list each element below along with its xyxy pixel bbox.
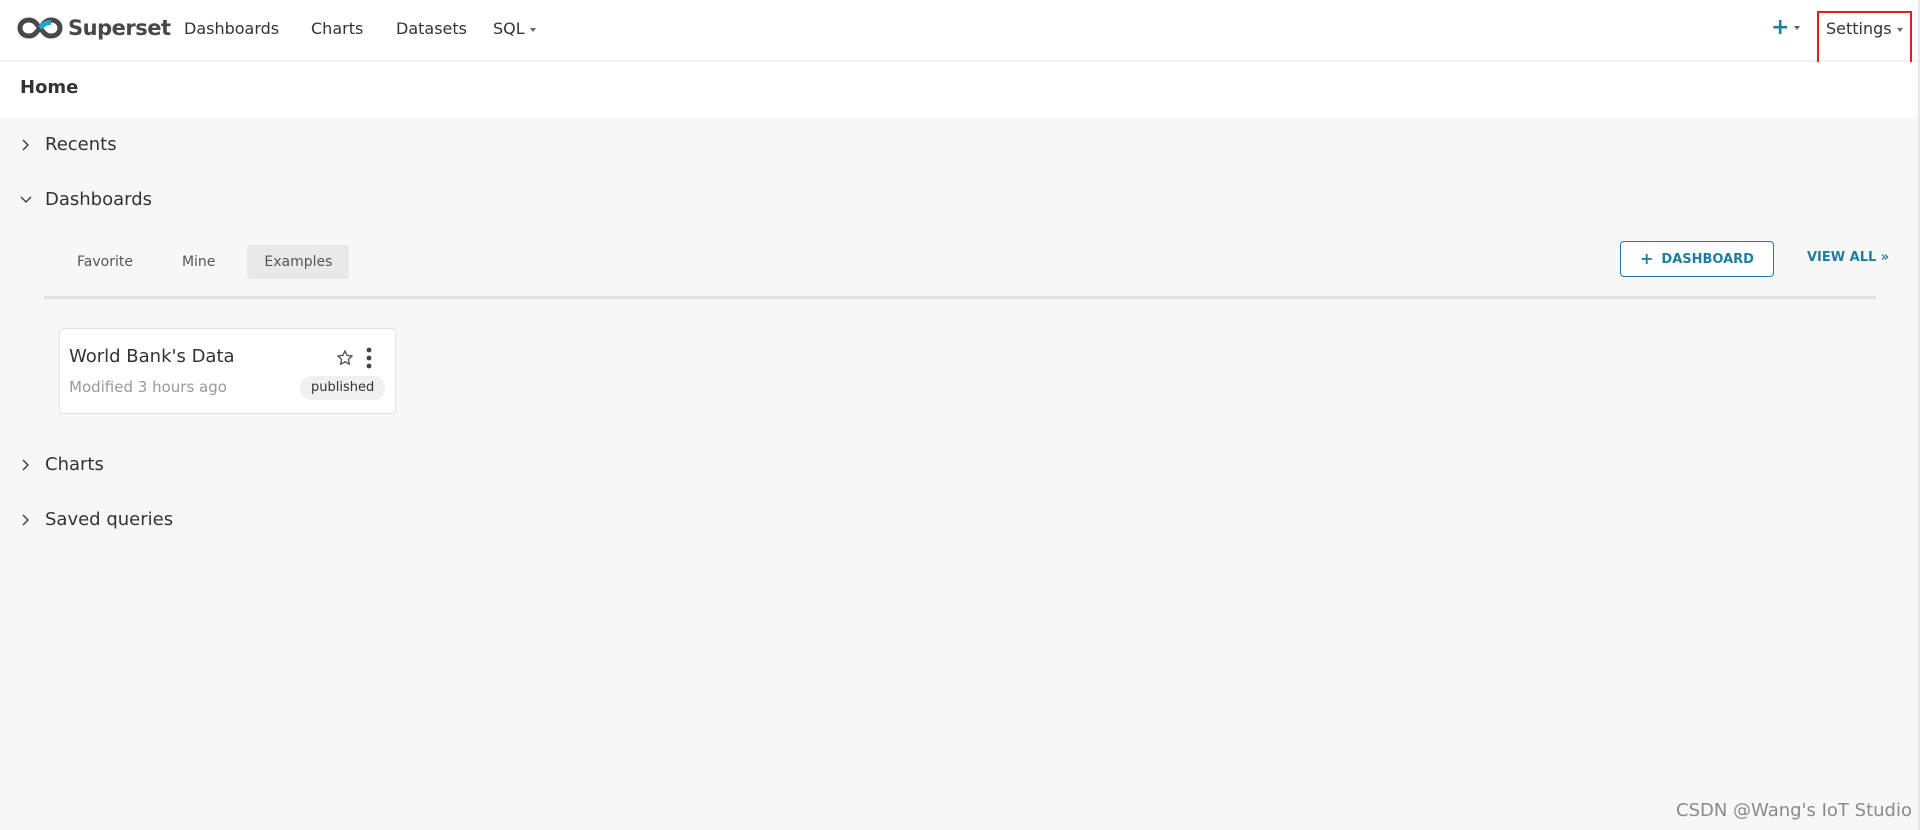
watermark-text: CSDN @Wang's IoT Studio: [1676, 800, 1912, 821]
nav-charts[interactable]: Charts: [311, 19, 363, 38]
new-item-menu[interactable]: +: [1771, 15, 1801, 40]
section-charts[interactable]: Charts: [20, 454, 104, 475]
section-divider: [44, 296, 1876, 299]
dashboard-filter-tabs: Favorite Mine Examples: [60, 245, 364, 279]
more-vertical-icon[interactable]: [365, 347, 373, 369]
plus-icon: +: [1771, 15, 1790, 40]
chevron-right-icon: [22, 139, 29, 150]
dashboard-card-title[interactable]: World Bank's Data: [69, 346, 235, 367]
brand-name: Superset: [68, 16, 171, 40]
section-dashboards-label: Dashboards: [45, 189, 153, 210]
nav-dashboards[interactable]: Dashboards: [184, 19, 279, 38]
plus-icon: +: [1640, 249, 1654, 268]
add-dashboard-button[interactable]: + DASHBOARD: [1620, 241, 1774, 277]
dashboard-card-modified: Modified 3 hours ago: [69, 378, 227, 396]
brand-logo[interactable]: Superset: [17, 15, 171, 41]
section-charts-label: Charts: [45, 454, 104, 475]
chevron-right-icon: [22, 514, 29, 525]
page-title: Home: [20, 77, 79, 98]
section-saved-queries[interactable]: Saved queries: [20, 509, 173, 530]
section-saved-queries-label: Saved queries: [45, 509, 174, 530]
star-icon[interactable]: [336, 349, 354, 367]
section-recents[interactable]: Recents: [20, 134, 117, 155]
nav-sql[interactable]: SQL: [493, 19, 536, 38]
top-navbar: Superset Dashboards Charts Datasets SQL …: [0, 0, 1918, 61]
add-dashboard-label: DASHBOARD: [1661, 251, 1754, 267]
section-dashboards[interactable]: Dashboards: [20, 189, 152, 210]
superset-logo-icon: [17, 17, 63, 39]
status-badge: published: [300, 376, 386, 400]
dashboard-card[interactable]: World Bank's Data Modified 3 hours ago p…: [59, 328, 396, 414]
tab-favorite[interactable]: Favorite: [60, 245, 150, 279]
chevron-right-icon: [22, 459, 29, 470]
tab-mine[interactable]: Mine: [165, 245, 232, 279]
section-recents-label: Recents: [45, 134, 117, 155]
tab-examples[interactable]: Examples: [247, 245, 350, 279]
view-all-link[interactable]: VIEW ALL »: [1807, 250, 1889, 265]
caret-down-icon: [1794, 26, 1801, 30]
chevron-down-icon: [20, 196, 32, 203]
nav-datasets[interactable]: Datasets: [396, 19, 467, 38]
caret-down-icon: [529, 27, 536, 32]
nav-sql-label: SQL: [493, 19, 525, 38]
page-header: Home: [0, 62, 1918, 118]
